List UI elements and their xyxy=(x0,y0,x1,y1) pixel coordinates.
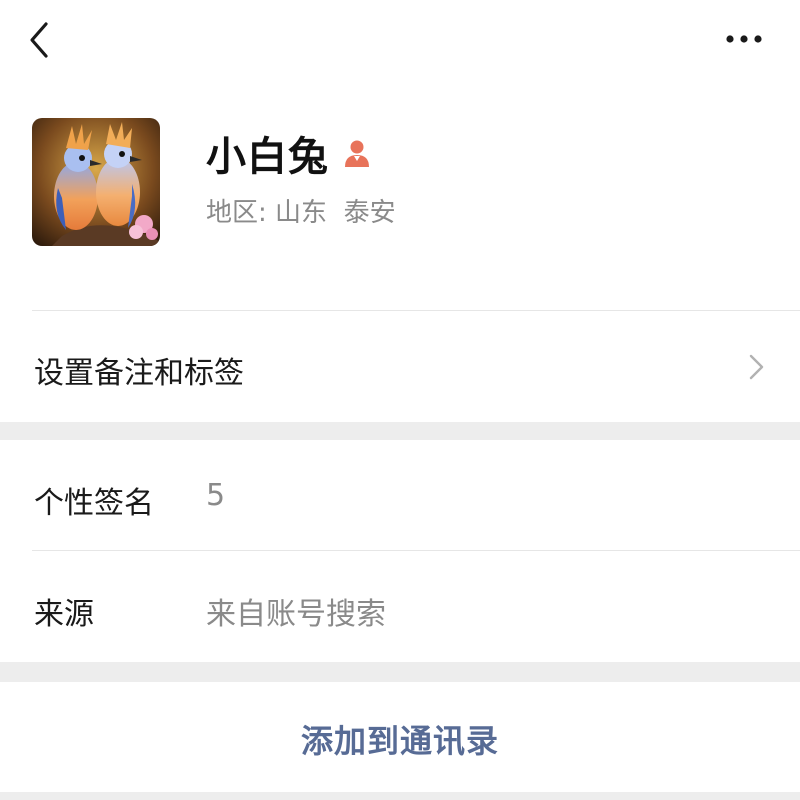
chevron-right-icon xyxy=(749,354,764,380)
back-button[interactable] xyxy=(22,18,62,62)
avatar[interactable] xyxy=(32,118,160,246)
region-province: 山东 xyxy=(275,198,328,228)
more-options-button[interactable] xyxy=(718,24,770,54)
region-info: 地区: 山东 泰安 xyxy=(206,192,396,229)
profile-card: 小白兔 地区: 山东 泰安 xyxy=(0,90,800,312)
contact-name: 小白兔 xyxy=(206,134,329,180)
signature-key: 个性签名 xyxy=(34,486,154,521)
contact-profile-page: 小白兔 地区: 山东 泰安 设置备注和标签 个性签名 5 来源 来自账号搜索 添… xyxy=(0,0,800,800)
add-to-contacts-label: 添加到通讯录 xyxy=(300,722,499,760)
divider xyxy=(32,310,800,311)
avatar-birds-image xyxy=(32,118,160,246)
top-bar xyxy=(0,0,800,90)
region-label: 地区: xyxy=(206,198,267,228)
female-user-icon xyxy=(345,140,369,167)
source-value: 来自账号搜索 xyxy=(206,597,386,632)
chevron-left-icon xyxy=(30,22,48,58)
info-card: 个性签名 5 来源 来自账号搜索 xyxy=(0,440,800,662)
more-dots-icon xyxy=(726,35,762,43)
signature-row: 个性签名 5 xyxy=(0,440,800,551)
source-key: 来源 xyxy=(34,597,94,632)
signature-value: 5 xyxy=(206,478,226,513)
source-row: 来源 来自账号搜索 xyxy=(0,551,800,662)
add-to-contacts-button[interactable]: 添加到通讯录 xyxy=(0,682,800,792)
set-remark-and-tags-row[interactable]: 设置备注和标签 xyxy=(0,312,800,422)
name-row: 小白兔 xyxy=(206,128,373,180)
region-city: 泰安 xyxy=(343,198,396,228)
set-remark-and-tags-label: 设置备注和标签 xyxy=(34,356,244,391)
